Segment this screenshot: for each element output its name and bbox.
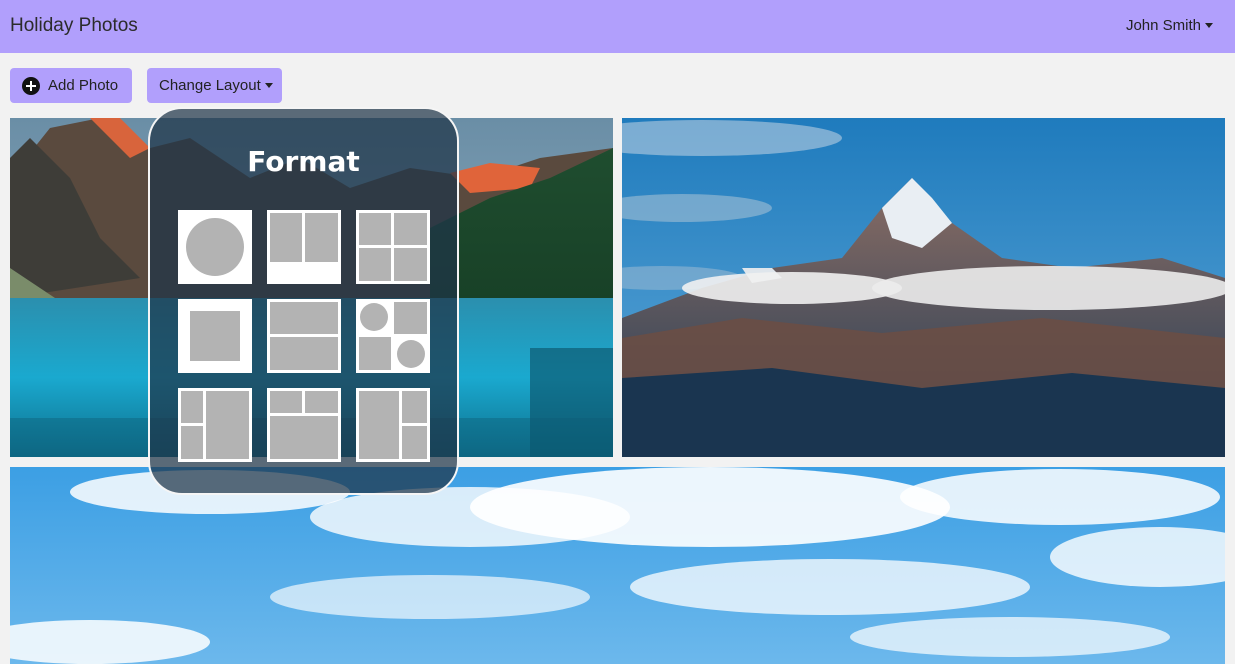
- layout-option-single-square[interactable]: [178, 299, 252, 373]
- layout-option-two-column-split[interactable]: [267, 210, 341, 284]
- app-title[interactable]: Holiday Photos: [10, 15, 138, 37]
- mountain-peak-image: [622, 118, 1225, 457]
- plus-circle-icon: [22, 76, 40, 95]
- layout-format-popup: Format: [148, 107, 459, 495]
- format-title: Format: [247, 145, 360, 178]
- sky-clouds-image: [10, 467, 1225, 664]
- layout-option-left-stack-right-tall[interactable]: [178, 388, 252, 462]
- caret-down-icon: [264, 83, 273, 88]
- add-photo-label: Add Photo: [48, 77, 119, 94]
- user-name[interactable]: John Smith: [1126, 17, 1201, 34]
- layout-option-circles-and-squares[interactable]: [356, 299, 430, 373]
- caret-down-icon[interactable]: [1205, 23, 1213, 28]
- top-navbar: Holiday Photos John Smith: [0, 0, 1235, 53]
- layout-option-four-grid[interactable]: [356, 210, 430, 284]
- change-layout-button[interactable]: Change Layout: [147, 68, 282, 103]
- change-layout-label: Change Layout: [159, 77, 261, 94]
- layout-option-top-split-bottom-wide[interactable]: [267, 388, 341, 462]
- photo-sky-clouds[interactable]: [10, 467, 1225, 664]
- layout-option-single-circle[interactable]: [178, 210, 252, 284]
- photo-mountain-peak[interactable]: [622, 118, 1225, 457]
- add-photo-button[interactable]: Add Photo: [10, 68, 132, 103]
- user-menu-dropdown[interactable]: John Smith: [1126, 17, 1213, 34]
- layout-option-two-row-split[interactable]: [267, 299, 341, 373]
- layout-option-left-tall-right-stack[interactable]: [356, 388, 430, 462]
